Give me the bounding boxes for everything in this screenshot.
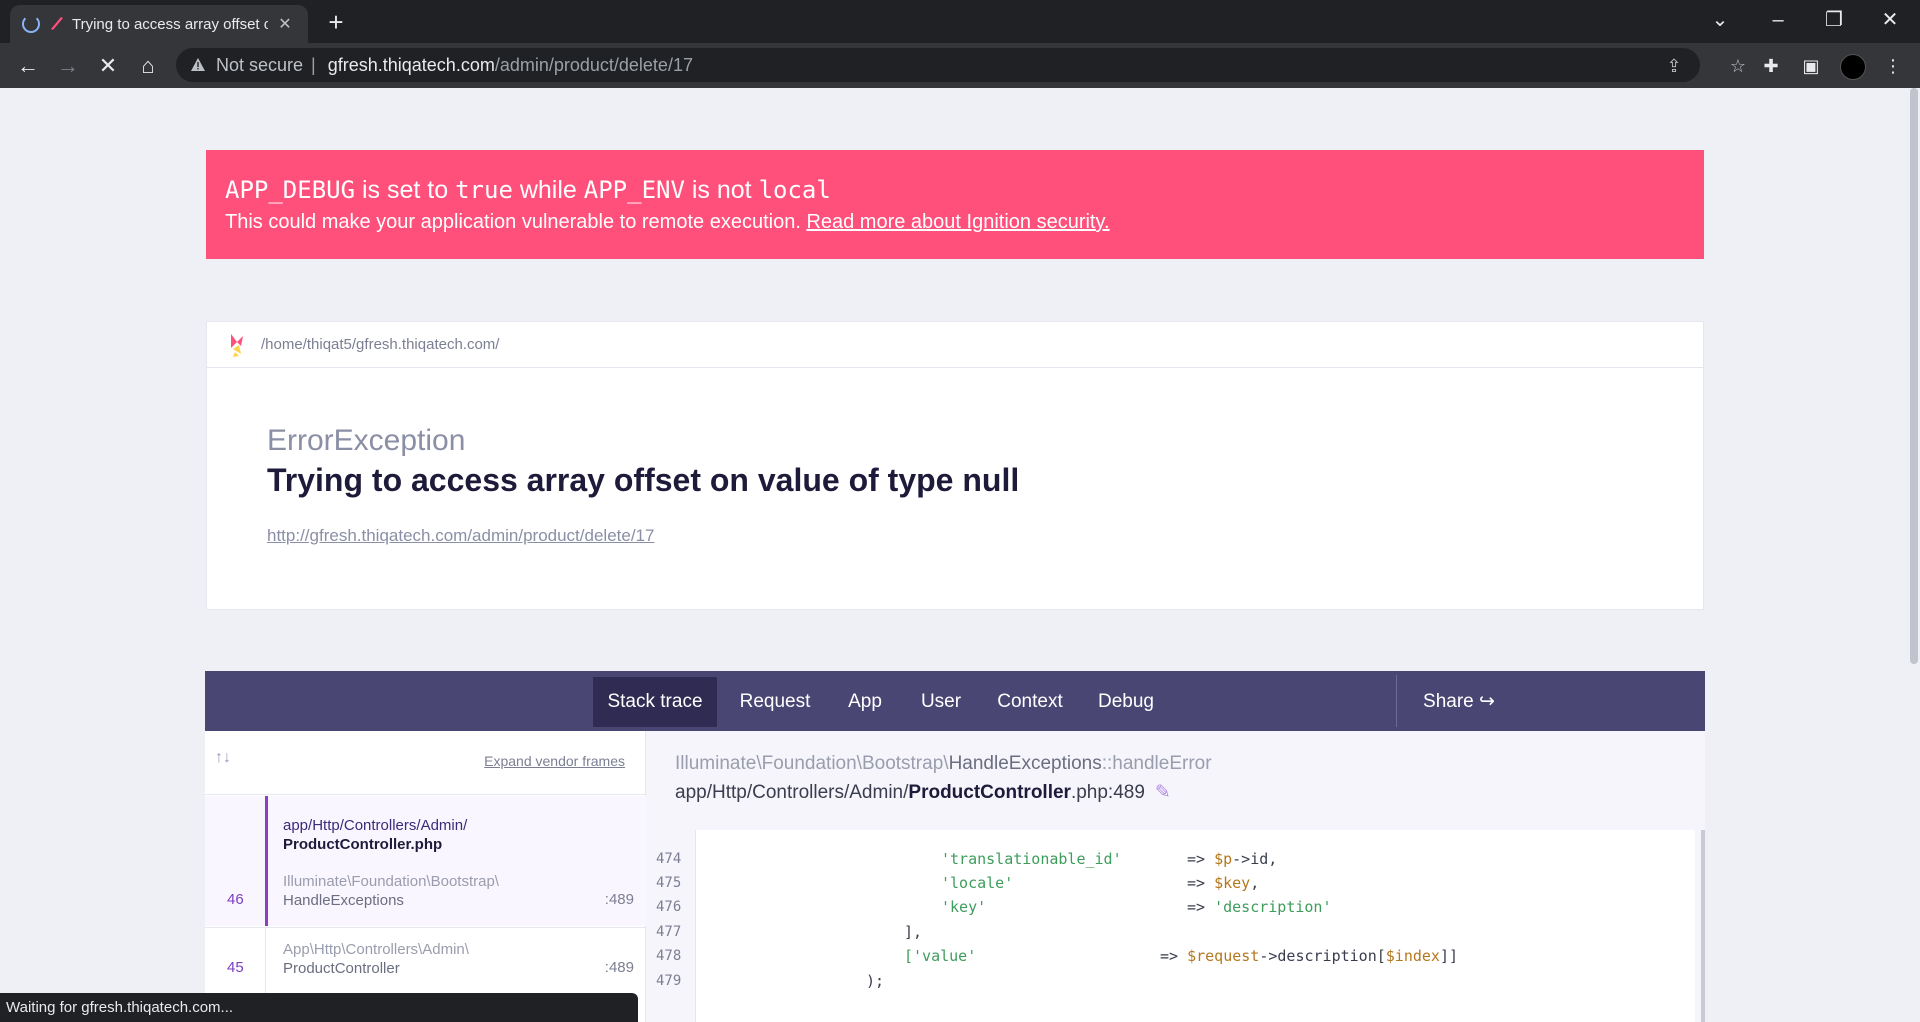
frame-index: 45 <box>227 959 244 976</box>
ignition-security-link[interactable]: Read more about Ignition security. <box>806 211 1109 233</box>
banner-title: APP_DEBUG is set to true while APP_ENV i… <box>225 176 831 204</box>
share-button[interactable]: Share ↪ <box>1411 677 1507 727</box>
ignition-logo-icon <box>231 333 243 357</box>
code-key: 'translationable_id' <box>941 850 1122 868</box>
exception-message: Trying to access array offset on value o… <box>267 462 1020 498</box>
exception-class: ErrorException <box>267 424 466 457</box>
code-key: ['value' <box>904 947 977 965</box>
url-separator: | <box>311 54 316 75</box>
banner-body: This could make your application vulnera… <box>225 211 1110 233</box>
code-lines: 'translationable_id' => $p->id, 'locale'… <box>695 830 1695 1022</box>
debug-warning-banner: APP_DEBUG is set to true while APP_ENV i… <box>206 150 1704 259</box>
tab-request[interactable]: Request <box>727 677 823 727</box>
code-value: => 'description' <box>1187 898 1332 916</box>
line-number: 477 <box>656 924 682 940</box>
code-text: ], <box>904 923 923 941</box>
ignition-tabs: Stack trace Request App User Context Deb… <box>205 671 1705 731</box>
home-icon[interactable]: ⌂ <box>134 52 162 80</box>
side-panel-icon[interactable]: ▣ <box>1798 53 1824 79</box>
line-number: 475 <box>656 875 682 891</box>
tab-stack-trace[interactable]: Stack trace <box>593 677 717 727</box>
warning-icon <box>191 58 205 71</box>
new-tab-button[interactable]: + <box>322 8 350 36</box>
not-secure-label: Not secure <box>216 54 304 75</box>
close-window-icon[interactable]: ✕ <box>1876 8 1904 32</box>
frame-class-method: Illuminate\Foundation\Bootstrap\HandleEx… <box>675 753 1212 774</box>
tab-user[interactable]: User <box>907 677 975 727</box>
loading-spinner-icon <box>22 15 40 33</box>
page-scrollbar-thumb[interactable] <box>1910 88 1918 664</box>
frame-line: :489 <box>604 959 634 976</box>
stack-frame-46[interactable]: app/Http/Controllers/Admin/ProductContro… <box>205 796 646 926</box>
ignition-favicon-icon <box>51 17 63 30</box>
code-text: ); <box>866 972 885 990</box>
frame-index: 46 <box>227 891 244 908</box>
menu-kebab-icon[interactable]: ⋮ <box>1880 53 1906 79</box>
minimize-icon[interactable]: – <box>1764 8 1792 32</box>
code-value: => $key, <box>1187 874 1260 892</box>
tab-title: Trying to access array offset on value o… <box>72 15 268 33</box>
browser-tab[interactable]: Trying to access array offset on value o… <box>10 5 308 43</box>
tab-app[interactable]: App <box>833 677 897 727</box>
browser-status-bar: Waiting for gfresh.thiqatech.com... <box>0 993 638 1022</box>
line-number: 474 <box>656 851 682 867</box>
bookmark-star-icon[interactable]: ☆ <box>1726 54 1750 78</box>
frame-file: app/Http/Controllers/Admin/ProductContro… <box>283 817 468 853</box>
request-url-link[interactable]: http://gfresh.thiqatech.com/admin/produc… <box>267 526 654 546</box>
page-scrollbar[interactable] <box>1908 88 1920 1022</box>
browser-toolbar: ← → ✕ ⌂ Not secure | gfresh.thiqatech.co… <box>0 43 1920 88</box>
address-bar[interactable]: Not secure | gfresh.thiqatech.com /admin… <box>176 48 1746 82</box>
tab-divider <box>1396 675 1397 727</box>
line-number: 478 <box>656 948 682 964</box>
line-gutter: 474 475 476 477 478 479 <box>646 830 695 1022</box>
extensions-icon[interactable]: ✚ <box>1758 53 1784 79</box>
card-header: /home/thiqat5/gfresh.thiqatech.com/ <box>207 322 1703 368</box>
url-path: /admin/product/delete/17 <box>494 54 693 75</box>
profile-avatar[interactable] <box>1840 54 1866 80</box>
code-header: Illuminate\Foundation\Bootstrap\HandleEx… <box>646 731 1705 830</box>
tab-close-icon[interactable]: ✕ <box>274 14 296 34</box>
error-card: /home/thiqat5/gfresh.thiqatech.com/ Erro… <box>206 321 1704 610</box>
frame-nav-arrows-icon[interactable]: ↑↓ <box>215 749 231 767</box>
frame-class: App\Http\Controllers\Admin\ ProductContro… <box>283 941 469 977</box>
code-key: 'locale' <box>941 874 1014 892</box>
code-snippet: 474 475 476 477 478 479 'translationable… <box>646 830 1705 1022</box>
code-scrollbar[interactable] <box>1701 830 1705 1022</box>
expand-vendor-frames-button[interactable]: Expand vendor frames <box>484 753 625 769</box>
code-value: => $p->id, <box>1187 850 1278 868</box>
tab-search-chevron-icon[interactable]: ⌄ <box>1706 8 1734 32</box>
code-panel: Illuminate\Foundation\Bootstrap\HandleEx… <box>646 731 1705 1022</box>
share-arrow-icon: ↪ <box>1479 691 1495 712</box>
code-key: 'key' <box>941 898 987 916</box>
tab-debug[interactable]: Debug <box>1085 677 1167 727</box>
tab-context[interactable]: Context <box>985 677 1075 727</box>
line-number: 479 <box>656 973 682 989</box>
frame-line: :489 <box>604 891 634 908</box>
frame-file-path: app/Http/Controllers/Admin/ProductContro… <box>675 782 1171 803</box>
browser-tab-bar: Trying to access array offset on value o… <box>0 0 1920 43</box>
forward-icon[interactable]: → <box>54 52 82 80</box>
restore-icon[interactable]: ❐ <box>1820 8 1848 32</box>
active-frame-indicator <box>265 796 268 926</box>
frames-header: ↑↓ Expand vendor frames <box>205 731 645 795</box>
stop-icon[interactable]: ✕ <box>94 52 122 80</box>
line-number: 476 <box>656 899 682 915</box>
back-icon[interactable]: ← <box>14 52 42 80</box>
share-page-icon[interactable]: ⇪ <box>1662 54 1686 78</box>
url-host: gfresh.thiqatech.com <box>327 54 495 75</box>
frame-class: Illuminate\Foundation\Bootstrap\ HandleEx… <box>283 873 499 909</box>
project-path: /home/thiqat5/gfresh.thiqatech.com/ <box>261 336 500 353</box>
code-value: => $request->description[$index]] <box>1160 947 1459 965</box>
stack-frames-list: ↑↓ Expand vendor frames app/Http/Control… <box>205 731 646 1022</box>
edit-pencil-icon[interactable]: ✎ <box>1155 782 1171 803</box>
